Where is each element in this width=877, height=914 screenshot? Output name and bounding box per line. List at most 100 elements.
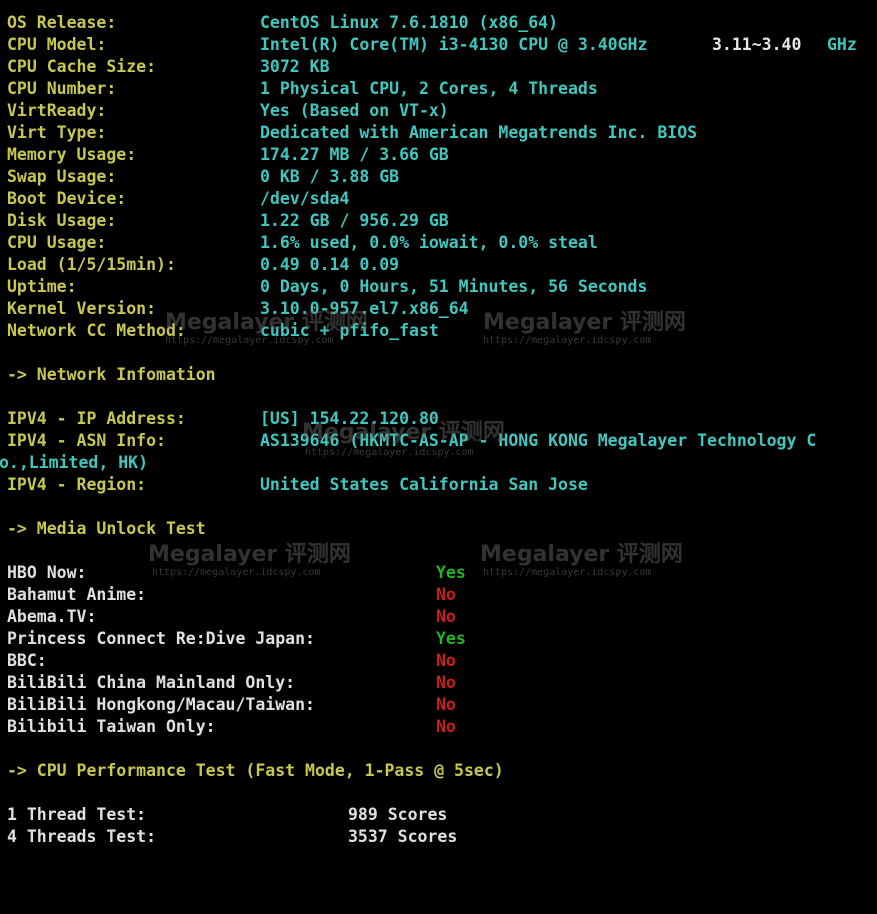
media-label: BiliBili China Mainland Only: <box>7 673 296 692</box>
perf-score: 3537 Scores <box>348 827 458 846</box>
cpu-freq-range: 3.11~3.40 <box>712 35 802 54</box>
media-row: Bilibili Taiwan Only: No <box>7 716 877 738</box>
info-value: 0 KB / 3.88 GB <box>260 167 400 186</box>
media-result: No <box>436 585 456 604</box>
network-label: IPV4 - Region: <box>7 475 147 494</box>
info-row-swap: Swap Usage: 0 KB / 3.88 GB <box>7 166 877 188</box>
section-title: -> Network Infomation <box>7 365 216 384</box>
info-label: VirtReady: <box>7 101 107 120</box>
info-value: Dedicated with American Megatrends Inc. … <box>260 123 698 142</box>
media-row: BiliBili China Mainland Only: No <box>7 672 877 694</box>
cpu-freq-unit: GHz <box>827 35 857 54</box>
network-value-wrap: o.,Limited, HK) <box>0 453 149 472</box>
info-value: 1.6% used, 0.0% iowait, 0.0% steal <box>260 233 598 252</box>
info-value: Yes (Based on VT-x) <box>260 101 449 120</box>
info-value: 0 Days, 0 Hours, 51 Minutes, 56 Seconds <box>260 277 648 296</box>
network-row-region: IPV4 - Region: United States California … <box>7 474 877 496</box>
terminal-output: OS Release: CentOS Linux 7.6.1810 (x86_6… <box>0 12 877 848</box>
info-label: Swap Usage: <box>7 167 117 186</box>
section-title: -> CPU Performance Test (Fast Mode, 1-Pa… <box>7 761 504 780</box>
info-label: OS Release: <box>7 13 117 32</box>
cpu-perf-row: 1 Thread Test: 989 Scores <box>7 804 877 826</box>
media-label: Abema.TV: <box>7 607 97 626</box>
network-label: IPV4 - IP Address: <box>7 409 186 428</box>
info-label: Memory Usage: <box>7 145 137 164</box>
info-row-disk: Disk Usage: 1.22 GB / 956.29 GB <box>7 210 877 232</box>
info-value: 3072 KB <box>260 57 330 76</box>
media-label: BiliBili Hongkong/Macau/Taiwan: <box>7 695 315 714</box>
info-row-cpu-cache: CPU Cache Size: 3072 KB <box>7 56 877 78</box>
network-row-ip: IPV4 - IP Address: [US] 154.22.120.80 <box>7 408 877 430</box>
info-label: CPU Model: <box>7 35 107 54</box>
media-label: HBO Now: <box>7 563 87 582</box>
info-label: Disk Usage: <box>7 211 117 230</box>
media-result: No <box>436 673 456 692</box>
media-label: Bilibili Taiwan Only: <box>7 717 216 736</box>
network-label: IPV4 - ASN Info: <box>7 431 166 450</box>
info-value: cubic + pfifo_fast <box>260 321 439 340</box>
info-value: 3.10.0-957.el7.x86_64 <box>260 299 469 318</box>
info-value: Intel(R) Core(TM) i3-4130 CPU @ 3.40GHz <box>260 35 648 54</box>
info-row-boot-device: Boot Device: /dev/sda4 <box>7 188 877 210</box>
info-value: /dev/sda4 <box>260 189 350 208</box>
perf-label: 1 Thread Test: <box>7 805 147 824</box>
info-label: Virt Type: <box>7 123 107 142</box>
network-value: United States California San Jose <box>260 475 588 494</box>
info-row-load: Load (1/5/15min): 0.49 0.14 0.09 <box>7 254 877 276</box>
info-row-cpu-model: CPU Model: Intel(R) Core(TM) i3-4130 CPU… <box>7 34 877 56</box>
media-result: Yes <box>436 563 466 582</box>
network-section-header: -> Network Infomation <box>7 364 877 386</box>
network-row-asn: IPV4 - ASN Info: AS139646 (HKMTC-AS-AP -… <box>7 430 877 452</box>
media-label: Bahamut Anime: <box>7 585 147 604</box>
info-row-uptime: Uptime: 0 Days, 0 Hours, 51 Minutes, 56 … <box>7 276 877 298</box>
media-row: Abema.TV: No <box>7 606 877 628</box>
cpu-perf-section-header: -> CPU Performance Test (Fast Mode, 1-Pa… <box>7 760 877 782</box>
section-title: -> Media Unlock Test <box>7 519 206 538</box>
info-value: CentOS Linux 7.6.1810 (x86_64) <box>260 13 559 32</box>
info-row-network-cc: Network CC Method: cubic + pfifo_fast <box>7 320 877 342</box>
media-row: HBO Now: Yes <box>7 562 877 584</box>
info-row-cpu-number: CPU Number: 1 Physical CPU, 2 Cores, 4 T… <box>7 78 877 100</box>
network-row-asn-wrap: o.,Limited, HK) <box>0 452 877 474</box>
info-row-cpu-usage: CPU Usage: 1.6% used, 0.0% iowait, 0.0% … <box>7 232 877 254</box>
info-label: Boot Device: <box>7 189 127 208</box>
info-label: Load (1/5/15min): <box>7 255 176 274</box>
info-value: 174.27 MB / 3.66 GB <box>260 145 449 164</box>
media-row: BBC: No <box>7 650 877 672</box>
media-result: No <box>436 695 456 714</box>
media-result: No <box>436 651 456 670</box>
info-row-virt-type: Virt Type: Dedicated with American Megat… <box>7 122 877 144</box>
info-label: Network CC Method: <box>7 321 186 340</box>
media-result: Yes <box>436 629 466 648</box>
info-label: Uptime: <box>7 277 77 296</box>
media-row: Bahamut Anime: No <box>7 584 877 606</box>
info-row-virtready: VirtReady: Yes (Based on VT-x) <box>7 100 877 122</box>
info-row-kernel: Kernel Version: 3.10.0-957.el7.x86_64 <box>7 298 877 320</box>
media-label: BBC: <box>7 651 47 670</box>
network-value: AS139646 (HKMTC-AS-AP - HONG KONG Megala… <box>260 431 817 450</box>
network-value: [US] 154.22.120.80 <box>260 409 439 428</box>
perf-score: 989 Scores <box>348 805 448 824</box>
media-row: BiliBili Hongkong/Macau/Taiwan: No <box>7 694 877 716</box>
info-label: CPU Usage: <box>7 233 107 252</box>
info-value: 0.49 0.14 0.09 <box>260 255 400 274</box>
info-row-os-release: OS Release: CentOS Linux 7.6.1810 (x86_6… <box>7 12 877 34</box>
media-result: No <box>436 607 456 626</box>
info-row-memory: Memory Usage: 174.27 MB / 3.66 GB <box>7 144 877 166</box>
media-row: Princess Connect Re:Dive Japan: Yes <box>7 628 877 650</box>
media-label: Princess Connect Re:Dive Japan: <box>7 629 315 648</box>
info-label: CPU Cache Size: <box>7 57 157 76</box>
media-result: No <box>436 717 456 736</box>
info-value: 1.22 GB / 956.29 GB <box>260 211 449 230</box>
perf-label: 4 Threads Test: <box>7 827 157 846</box>
info-label: Kernel Version: <box>7 299 157 318</box>
media-section-header: -> Media Unlock Test <box>7 518 877 540</box>
info-label: CPU Number: <box>7 79 117 98</box>
info-value: 1 Physical CPU, 2 Cores, 4 Threads <box>260 79 598 98</box>
